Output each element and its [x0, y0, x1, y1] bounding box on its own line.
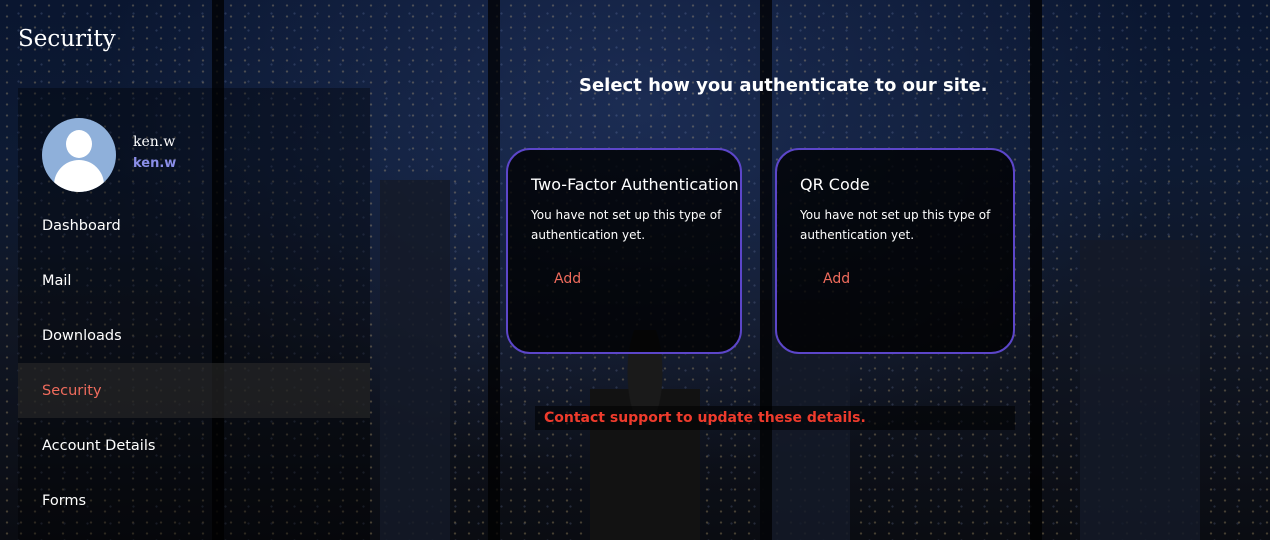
username: ken.w [133, 134, 176, 150]
profile-text: ken.w ken.w [133, 134, 176, 171]
building-silhouette [380, 180, 450, 540]
sidebar: ken.w ken.w Dashboard Mail Downloads Sec… [18, 88, 370, 540]
window-frame [1030, 0, 1042, 540]
user-handle[interactable]: ken.w [133, 156, 176, 171]
card-title: QR Code [800, 175, 870, 194]
sidebar-nav: Dashboard Mail Downloads Security Accoun… [18, 198, 370, 528]
two-factor-card: Two-Factor Authentication You have not s… [506, 148, 742, 354]
page-title: Security [18, 26, 116, 52]
sidebar-item-dashboard[interactable]: Dashboard [18, 198, 370, 253]
user-profile: ken.w ken.w [42, 118, 176, 192]
qr-code-card: QR Code You have not set up this type of… [775, 148, 1015, 354]
support-notice: Contact support to update these details. [535, 406, 1015, 430]
sidebar-item-mail[interactable]: Mail [18, 253, 370, 308]
user-avatar-icon[interactable] [42, 118, 116, 192]
card-title: Two-Factor Authentication [531, 175, 739, 194]
sidebar-item-security[interactable]: Security [18, 363, 370, 418]
sidebar-item-forms[interactable]: Forms [18, 473, 370, 528]
avatar-head [66, 130, 92, 158]
auth-prompt: Select how you authenticate to our site. [579, 75, 988, 96]
person-silhouette [590, 330, 700, 540]
add-qr-code-button[interactable]: Add [823, 271, 850, 287]
window-frame [488, 0, 500, 540]
avatar-shoulders [54, 160, 104, 192]
sidebar-item-downloads[interactable]: Downloads [18, 308, 370, 363]
card-status: You have not set up this type of authent… [800, 208, 991, 242]
card-status: You have not set up this type of authent… [531, 208, 722, 242]
sidebar-item-account-details[interactable]: Account Details [18, 418, 370, 473]
add-two-factor-button[interactable]: Add [554, 271, 581, 287]
building-silhouette [1080, 240, 1200, 540]
